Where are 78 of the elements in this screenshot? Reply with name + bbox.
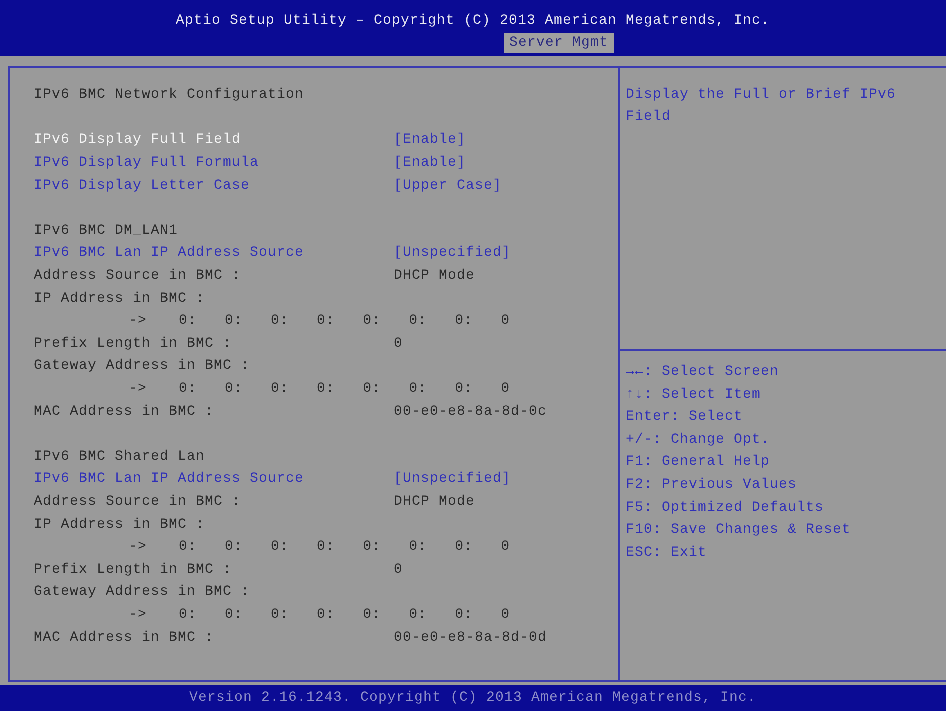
address-value-text: 0:	[409, 381, 428, 398]
address-value-text: 0:	[179, 313, 198, 330]
key-hint: F1: General Help	[626, 453, 772, 472]
setting-value[interactable]: [Enable]	[394, 155, 466, 172]
key-hint: ↑↓: Select Item	[626, 386, 762, 405]
address-value-text: 0:	[271, 539, 290, 556]
address-value-text: 0:	[409, 313, 428, 330]
address-value-text: 0	[501, 381, 510, 398]
setting-value[interactable]: [Unspecified]	[394, 245, 512, 262]
address-value-text: 0:	[455, 606, 474, 623]
info-label: Prefix Length in BMC :	[34, 562, 234, 578]
info-value: DHCP Mode	[394, 494, 476, 510]
info-label: Gateway Address in BMC :	[34, 358, 252, 374]
section-heading: IPv6 BMC DM_LAN1	[34, 222, 178, 239]
info-value: 0	[394, 562, 404, 578]
version-text: Version 2.16.1243. Copyright (C) 2013 American Megatrends, Inc.	[189, 690, 757, 706]
address-value-text: 0:	[363, 313, 382, 330]
info-label: Address Source in BMC :	[34, 268, 242, 284]
section-heading: IPv6 BMC Network Configuration	[34, 87, 304, 104]
address-value-text: 0	[501, 606, 510, 623]
info-label: Prefix Length in BMC :	[34, 336, 234, 352]
address-value-text: 0	[501, 313, 510, 330]
address-value-text: 0:	[179, 606, 198, 623]
address-value-text: 0:	[271, 381, 290, 398]
help-text: Display the Full or Brief IPv6 Field	[626, 86, 898, 127]
arrow-text: ->	[129, 606, 148, 623]
info-label: Address Source in BMC :	[34, 494, 242, 510]
key-hint: F2: Previous Values	[626, 476, 798, 495]
key-hint: F5: Optimized Defaults	[626, 498, 826, 518]
setting-value[interactable]: [Enable]	[394, 132, 466, 148]
address-value-text: 0:	[409, 606, 428, 623]
address-value-text: 0:	[179, 381, 198, 398]
setting-label[interactable]: IPv6 Display Full Field	[34, 132, 394, 148]
address-value-text: 0:	[409, 539, 428, 556]
info-label: IP Address in BMC :	[34, 516, 206, 533]
info-label: Gateway Address in BMC :	[34, 584, 252, 600]
address-value-text: 0:	[317, 539, 336, 556]
key-hint: +/-: Change Opt.	[626, 430, 772, 450]
setting-label[interactable]: IPv6 BMC Lan IP Address Source	[34, 245, 394, 262]
info-value: 0	[394, 336, 404, 352]
address-value-text: 0:	[455, 539, 474, 556]
setting-value[interactable]: [Upper Case]	[394, 178, 502, 194]
window-title: Aptio Setup Utility – Copyright (C) 2013 American Megatrends, Inc.	[176, 12, 770, 30]
arrow-text: ->	[129, 539, 148, 556]
menu-tab[interactable]: Server Mgmt	[504, 33, 614, 53]
key-hint: Enter: Select	[626, 408, 744, 428]
address-value-text: 0:	[317, 313, 336, 330]
address-value-text: 0:	[317, 606, 336, 623]
address-value-text: 0:	[225, 606, 244, 623]
key-hint: →←: Select Screen	[626, 363, 780, 382]
address-value-text: 0:	[363, 606, 382, 623]
address-value-text: 0:	[179, 539, 198, 556]
section-heading: IPv6 BMC Shared Lan	[34, 448, 206, 465]
address-value-text: 0:	[317, 381, 336, 398]
key-hint: F10: Save Changes & Reset	[626, 521, 852, 540]
address-value-text: 0:	[455, 381, 474, 398]
arrow-text: ->	[129, 313, 148, 330]
info-label: MAC Address in BMC :	[34, 630, 216, 646]
info-value: 00-e0-e8-8a-8d-0d	[394, 630, 548, 646]
info-value: 00-e0-e8-8a-8d-0c	[394, 404, 548, 420]
address-value-text: 0:	[363, 381, 382, 398]
setting-value[interactable]: [Unspecified]	[394, 471, 512, 488]
info-label: IP Address in BMC :	[34, 290, 206, 307]
address-value-text: 0:	[363, 539, 382, 556]
setting-label[interactable]: IPv6 BMC Lan IP Address Source	[34, 471, 394, 488]
info-value: DHCP Mode	[394, 268, 476, 284]
setting-label[interactable]: IPv6 Display Letter Case	[34, 178, 394, 194]
info-label: MAC Address in BMC :	[34, 404, 216, 420]
address-value-text: 0:	[225, 313, 244, 330]
key-hint: ESC: Exit	[626, 544, 708, 563]
address-value-text: 0:	[225, 539, 244, 556]
address-value-text: 0:	[225, 381, 244, 398]
setting-label[interactable]: IPv6 Display Full Formula	[34, 155, 394, 172]
address-value-text: 0:	[271, 313, 290, 330]
address-value-text: 0:	[271, 606, 290, 623]
arrow-text: ->	[129, 381, 148, 398]
address-value-text: 0	[501, 539, 510, 556]
address-value-text: 0:	[455, 313, 474, 330]
